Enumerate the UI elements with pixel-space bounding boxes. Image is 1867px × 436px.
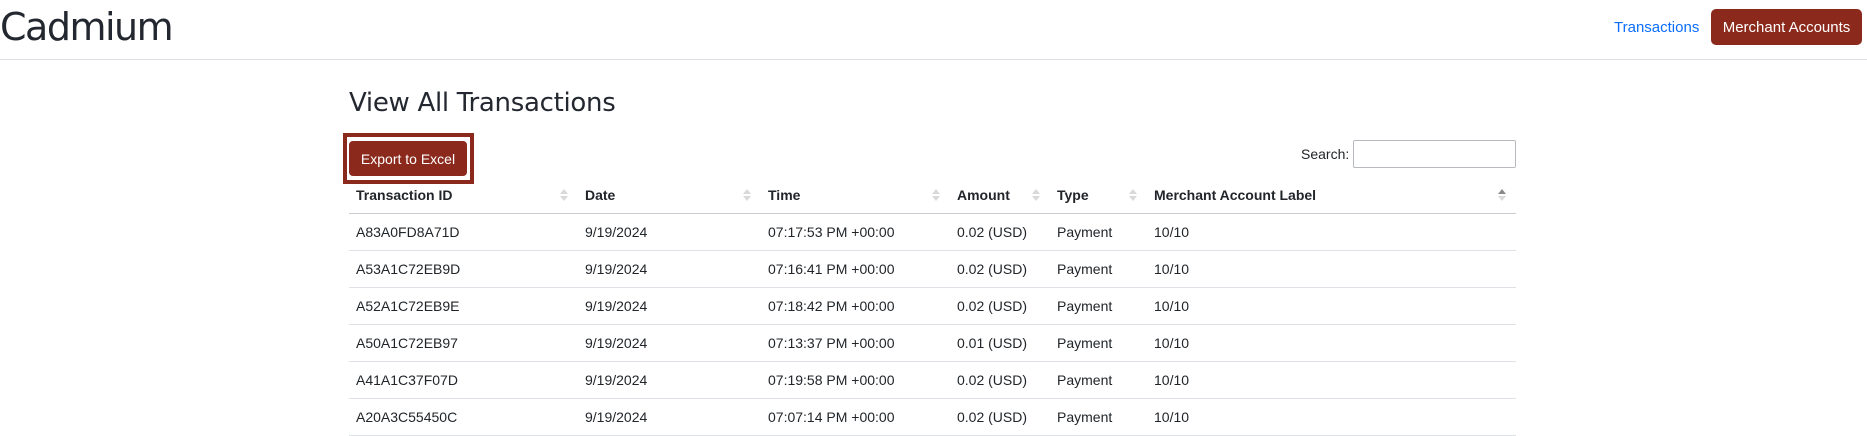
cell-time: 07:18:42 PM +00:00 [761, 287, 950, 325]
cell-amount: 0.02 (USD) [950, 213, 1050, 251]
cell-merchant-account-label: 10/10 [1147, 287, 1516, 325]
column-header-date[interactable]: Date [578, 177, 761, 214]
cell-date: 9/19/2024 [578, 250, 761, 288]
cell-type: Payment [1050, 361, 1147, 399]
column-header-label: Type [1057, 186, 1089, 203]
table-row: A83A0FD8A71D 9/19/2024 07:17:53 PM +00:0… [349, 213, 1516, 251]
cell-transaction-id: A53A1C72EB9D [349, 250, 578, 288]
page-title: View All Transactions [349, 88, 616, 118]
column-header-time[interactable]: Time [761, 177, 950, 214]
cell-time: 07:16:41 PM +00:00 [761, 250, 950, 288]
cell-date: 9/19/2024 [578, 213, 761, 251]
column-header-merchant-account-label[interactable]: Merchant Account Label [1147, 177, 1516, 214]
brand-logo[interactable]: Cadmium [0, 2, 174, 52]
cell-date: 9/19/2024 [578, 287, 761, 325]
cell-merchant-account-label: 10/10 [1147, 324, 1516, 362]
sort-both-icon [1032, 187, 1040, 203]
cell-transaction-id: A20A3C55450C [349, 398, 578, 436]
column-header-label: Merchant Account Label [1154, 186, 1317, 203]
export-to-excel-button[interactable]: Export to Excel [349, 141, 467, 176]
cell-date: 9/19/2024 [578, 398, 761, 436]
column-header-label: Date [585, 186, 616, 203]
table-row: A53A1C72EB9D 9/19/2024 07:16:41 PM +00:0… [349, 250, 1516, 288]
sort-both-icon [743, 187, 751, 203]
column-header-amount[interactable]: Amount [950, 177, 1050, 214]
column-header-label: Amount [957, 186, 1010, 203]
column-header-type[interactable]: Type [1050, 177, 1147, 214]
column-header-transaction-id[interactable]: Transaction ID [349, 177, 578, 214]
table-row: A50A1C72EB97 9/19/2024 07:13:37 PM +00:0… [349, 324, 1516, 362]
cell-time: 07:17:53 PM +00:00 [761, 213, 950, 251]
sort-both-icon [932, 187, 940, 203]
cell-merchant-account-label: 10/10 [1147, 213, 1516, 251]
column-header-label: Transaction ID [356, 186, 453, 203]
sort-ascending-icon [1498, 187, 1506, 203]
cell-time: 07:19:58 PM +00:00 [761, 361, 950, 399]
cell-merchant-account-label: 10/10 [1147, 398, 1516, 436]
cell-type: Payment [1050, 250, 1147, 288]
cell-type: Payment [1050, 287, 1147, 325]
search-label: Search: [1301, 146, 1350, 162]
column-header-label: Time [768, 186, 801, 203]
cell-type: Payment [1050, 213, 1147, 251]
table-row: A41A1C37F07D 9/19/2024 07:19:58 PM +00:0… [349, 361, 1516, 399]
cell-time: 07:07:14 PM +00:00 [761, 398, 950, 436]
table-row: A52A1C72EB9E 9/19/2024 07:18:42 PM +00:0… [349, 287, 1516, 325]
sort-both-icon [1129, 187, 1137, 203]
navbar: Cadmium Transactions Merchant Accounts [0, 0, 1867, 60]
cell-amount: 0.02 (USD) [950, 361, 1050, 399]
cell-merchant-account-label: 10/10 [1147, 361, 1516, 399]
transactions-table: Transaction ID Date Time Amount Type Mer… [349, 177, 1516, 436]
cell-amount: 0.02 (USD) [950, 398, 1050, 436]
table-header-row: Transaction ID Date Time Amount Type Mer… [349, 177, 1516, 214]
table-row: A20A3C55450C 9/19/2024 07:07:14 PM +00:0… [349, 398, 1516, 436]
cell-transaction-id: A50A1C72EB97 [349, 324, 578, 362]
cell-date: 9/19/2024 [578, 324, 761, 362]
cell-date: 9/19/2024 [578, 361, 761, 399]
cell-transaction-id: A83A0FD8A71D [349, 213, 578, 251]
nav-link-transactions[interactable]: Transactions [1614, 18, 1699, 38]
merchant-accounts-button[interactable]: Merchant Accounts [1711, 9, 1862, 45]
cell-time: 07:13:37 PM +00:00 [761, 324, 950, 362]
cell-merchant-account-label: 10/10 [1147, 250, 1516, 288]
cell-type: Payment [1050, 324, 1147, 362]
search-input[interactable] [1353, 140, 1516, 168]
cell-transaction-id: A52A1C72EB9E [349, 287, 578, 325]
cell-amount: 0.02 (USD) [950, 287, 1050, 325]
cell-amount: 0.01 (USD) [950, 324, 1050, 362]
sort-both-icon [560, 187, 568, 203]
cell-type: Payment [1050, 398, 1147, 436]
cell-amount: 0.02 (USD) [950, 250, 1050, 288]
cell-transaction-id: A41A1C37F07D [349, 361, 578, 399]
